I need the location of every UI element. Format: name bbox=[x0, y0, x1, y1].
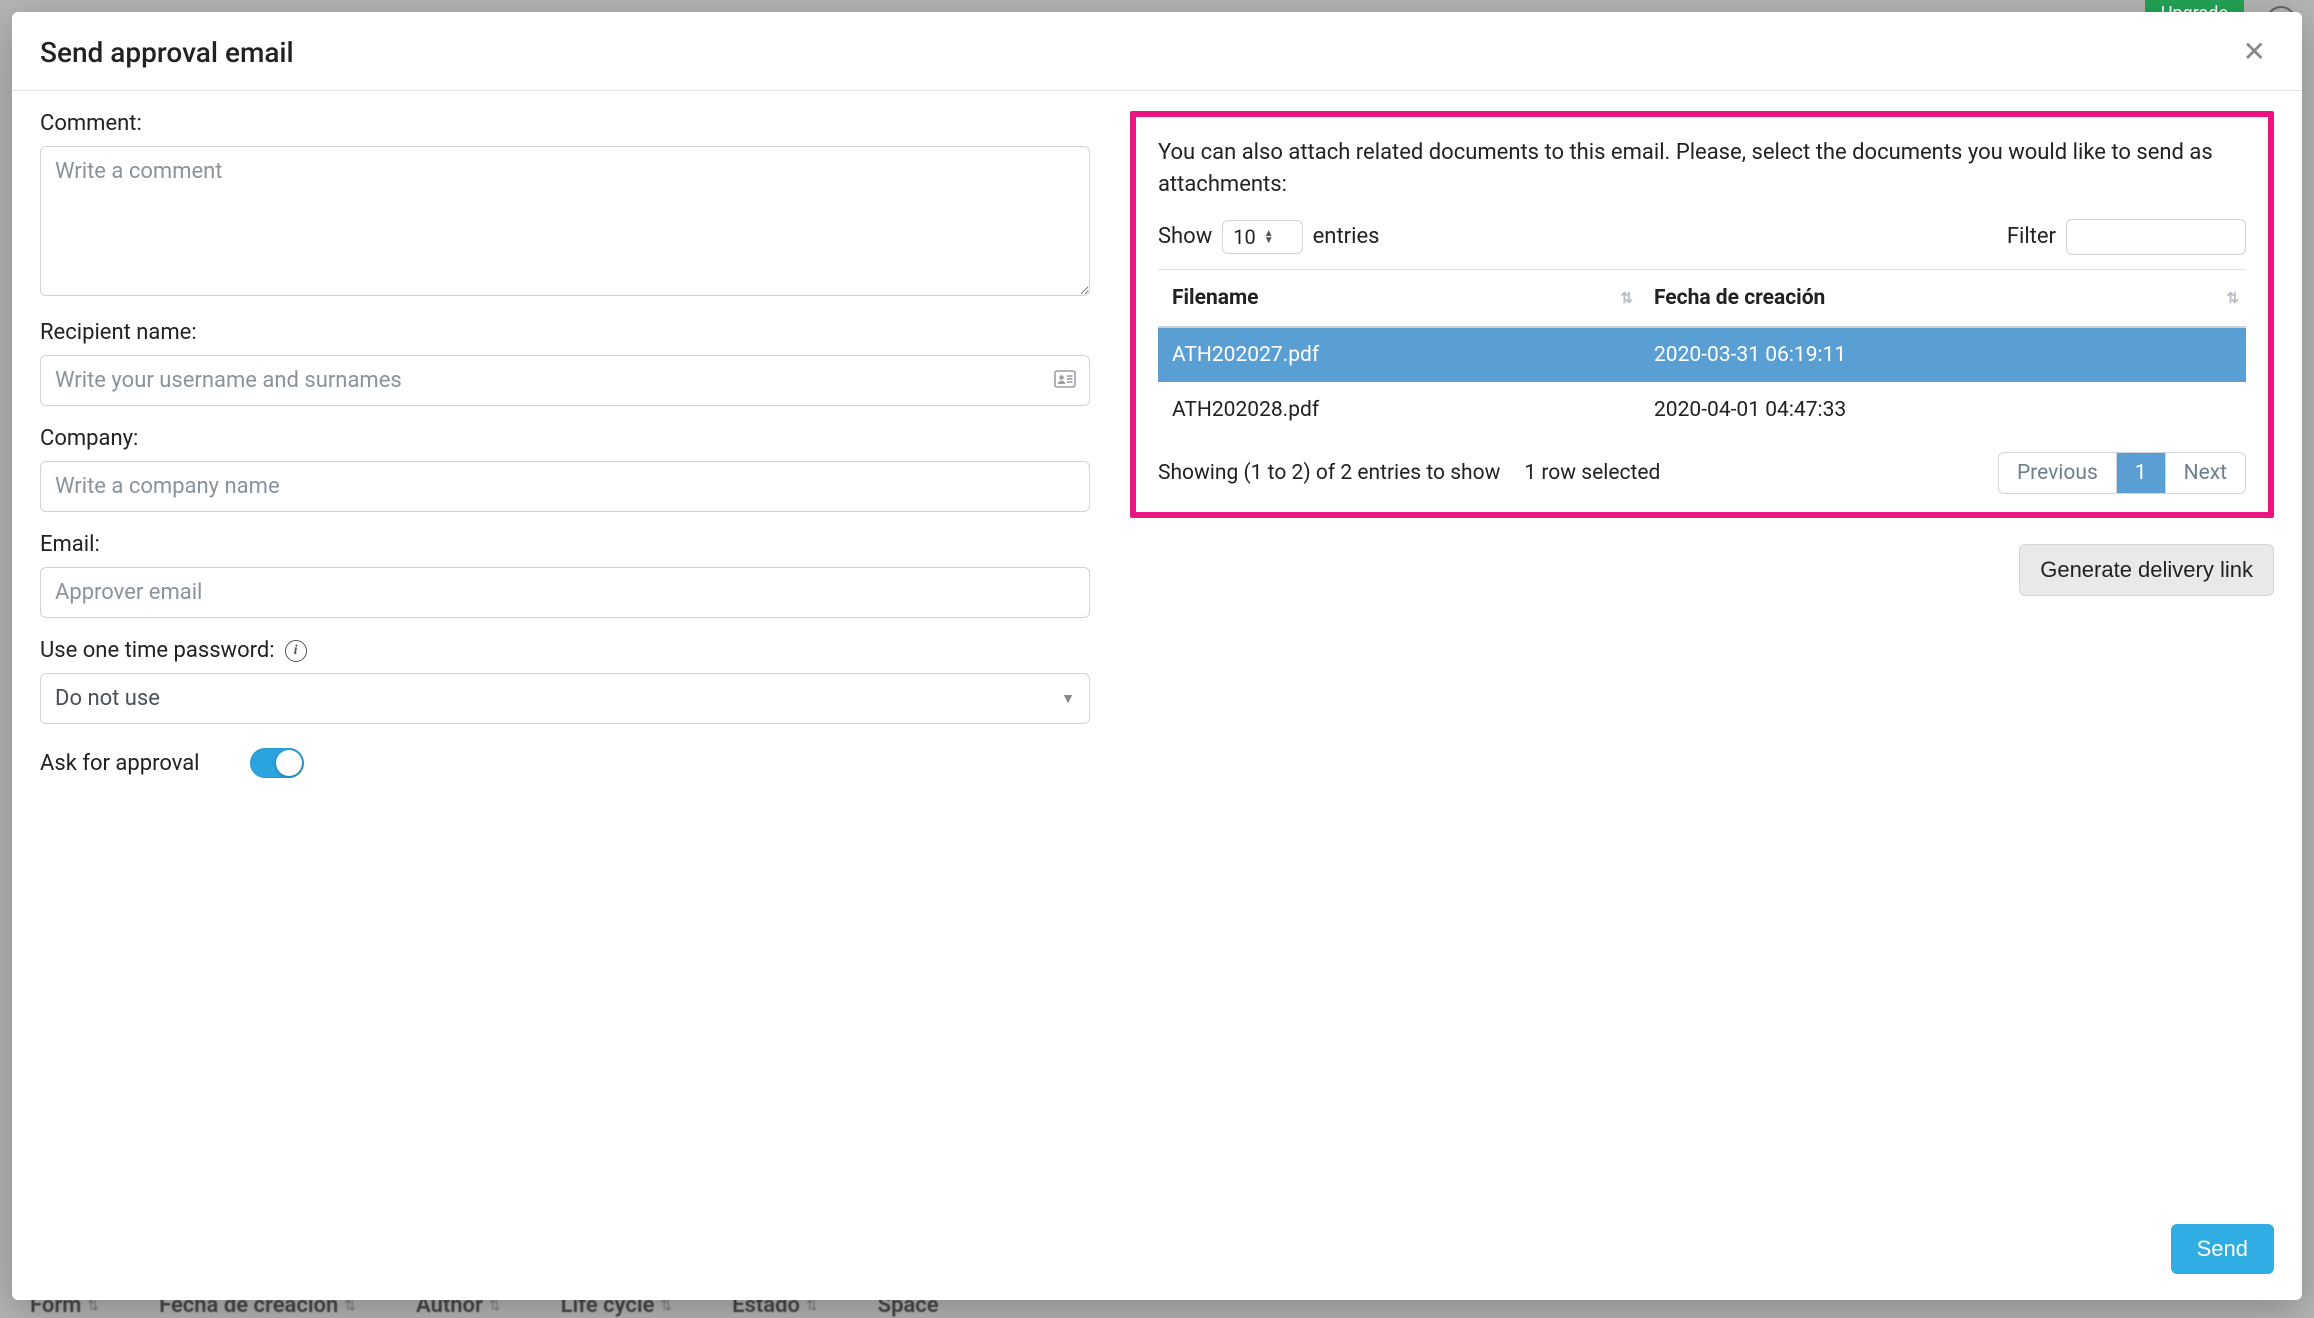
email-input[interactable] bbox=[40, 567, 1090, 618]
comment-input[interactable] bbox=[40, 146, 1090, 296]
comment-label: Comment: bbox=[40, 111, 1090, 136]
left-form-column: Comment: Recipient name: bbox=[40, 111, 1090, 1214]
next-button[interactable]: Next bbox=[2166, 453, 2245, 493]
attachments-intro: You can also attach related documents to… bbox=[1158, 137, 2246, 201]
send-button[interactable]: Send bbox=[2171, 1224, 2274, 1274]
entries-select[interactable]: 10 ▲▼ bbox=[1222, 220, 1302, 254]
generate-delivery-link-button[interactable]: Generate delivery link bbox=[2019, 544, 2274, 596]
cell-filename: ATH202027.pdf bbox=[1158, 327, 1640, 383]
otp-select[interactable]: Do not use ▼ bbox=[40, 673, 1090, 724]
recipient-label: Recipient name: bbox=[40, 320, 1090, 345]
table-row[interactable]: ATH202027.pdf 2020-03-31 06:19:11 bbox=[1158, 327, 2246, 383]
col-filename[interactable]: Filename ⇅ bbox=[1158, 269, 1640, 327]
show-label: Show bbox=[1158, 224, 1212, 249]
otp-value: Do not use bbox=[55, 686, 160, 711]
sort-icon: ⇅ bbox=[2226, 289, 2236, 307]
send-approval-modal: Send approval email ✕ Comment: Recipient… bbox=[12, 12, 2302, 1300]
email-label: Email: bbox=[40, 532, 1090, 557]
contact-card-icon bbox=[1054, 369, 1076, 393]
datatable-controls: Show 10 ▲▼ entries Filter bbox=[1158, 219, 2246, 255]
filter-input[interactable] bbox=[2066, 219, 2246, 255]
select-carets-icon: ▲▼ bbox=[1264, 230, 1274, 244]
entries-label: entries bbox=[1313, 224, 1380, 249]
attachments-highlight-box: You can also attach related documents to… bbox=[1130, 111, 2274, 518]
pagination: Previous 1 Next bbox=[1998, 452, 2246, 494]
showing-text: Showing (1 to 2) of 2 entries to show bbox=[1158, 461, 1500, 485]
info-icon: i bbox=[285, 640, 307, 662]
cell-filename: ATH202028.pdf bbox=[1158, 382, 1640, 437]
sort-icon: ⇅ bbox=[1620, 289, 1630, 307]
cell-created: 2020-03-31 06:19:11 bbox=[1640, 327, 2246, 383]
approval-label: Ask for approval bbox=[40, 751, 200, 776]
right-attachments-column: You can also attach related documents to… bbox=[1130, 111, 2274, 1214]
modal-title: Send approval email bbox=[40, 36, 294, 69]
modal-footer: Send bbox=[12, 1224, 2302, 1300]
datatable-footer: Showing (1 to 2) of 2 entries to show 1 … bbox=[1158, 452, 2246, 494]
entries-value: 10 bbox=[1233, 225, 1255, 249]
modal-body: Comment: Recipient name: bbox=[12, 91, 2302, 1224]
selected-text: 1 row selected bbox=[1524, 461, 1660, 485]
cell-created: 2020-04-01 04:47:33 bbox=[1640, 382, 2246, 437]
filter-label: Filter bbox=[2007, 224, 2056, 249]
company-label: Company: bbox=[40, 426, 1090, 451]
approval-toggle[interactable] bbox=[250, 748, 304, 778]
recipient-input[interactable] bbox=[40, 355, 1090, 406]
previous-button[interactable]: Previous bbox=[1999, 453, 2117, 493]
chevron-down-icon: ▼ bbox=[1061, 690, 1075, 707]
col-created[interactable]: Fecha de creación ⇅ bbox=[1640, 269, 2246, 327]
otp-label: Use one time password: i bbox=[40, 638, 1090, 663]
company-input[interactable] bbox=[40, 461, 1090, 512]
modal-header: Send approval email ✕ bbox=[12, 12, 2302, 91]
attachments-table: Filename ⇅ Fecha de creación ⇅ ATH202027… bbox=[1158, 269, 2246, 438]
page-1-button[interactable]: 1 bbox=[2117, 453, 2166, 493]
toggle-knob bbox=[276, 750, 302, 776]
table-row[interactable]: ATH202028.pdf 2020-04-01 04:47:33 bbox=[1158, 382, 2246, 437]
close-icon[interactable]: ✕ bbox=[2235, 34, 2274, 70]
